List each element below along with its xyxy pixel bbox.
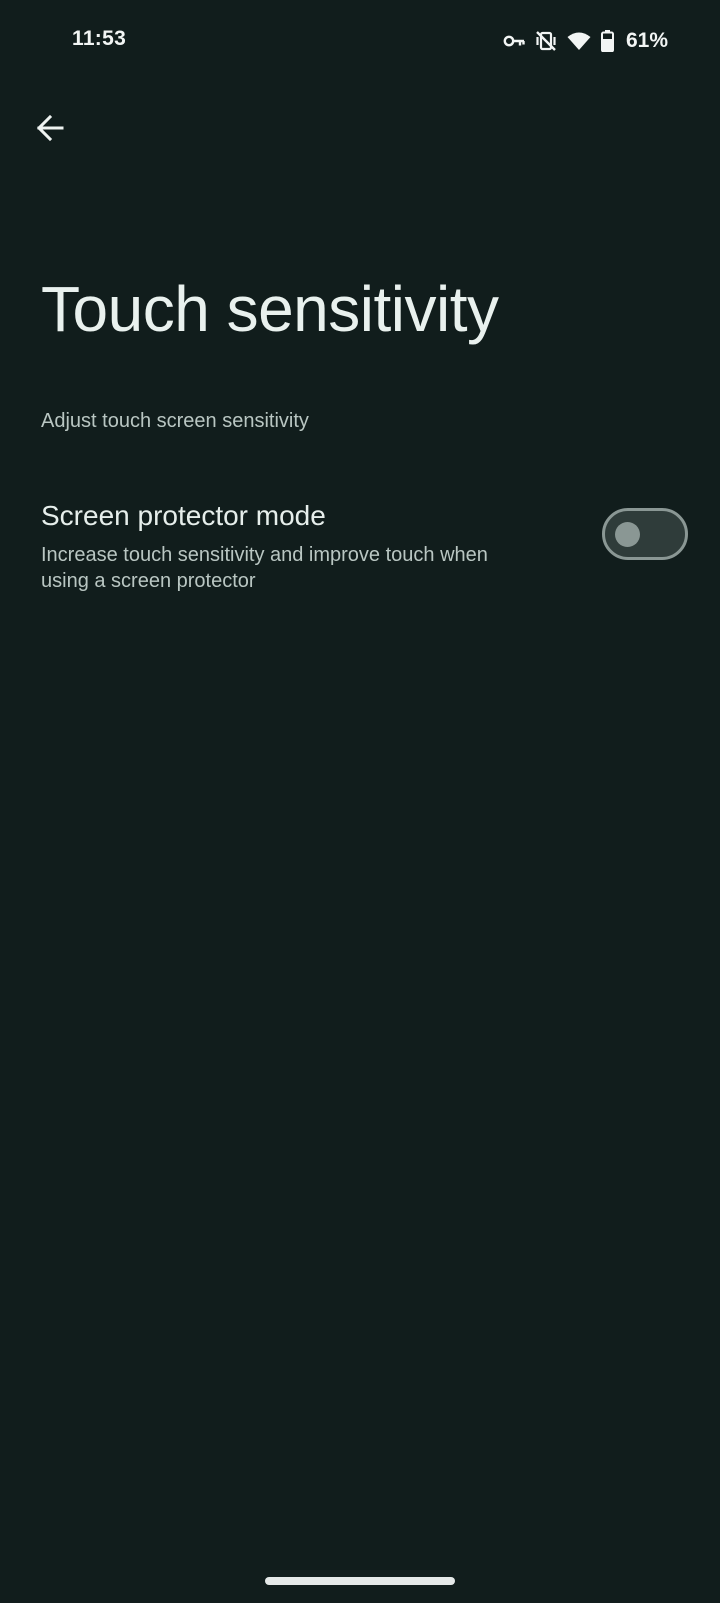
toggle-thumb [615, 522, 640, 547]
setting-screen-protector-mode[interactable]: Screen protector mode Increase touch sen… [0, 484, 720, 604]
status-bar: 11:53 61% [0, 0, 720, 84]
status-time: 11:53 [72, 27, 127, 50]
status-icons: 61% [503, 27, 668, 55]
back-button[interactable] [24, 104, 76, 156]
wifi-icon [567, 31, 591, 51]
vibrate-off-icon [535, 30, 557, 52]
screen-protector-toggle[interactable] [602, 508, 688, 560]
battery-icon [600, 30, 614, 52]
gesture-nav-handle[interactable] [265, 1577, 455, 1585]
setting-title: Screen protector mode [41, 500, 326, 531]
page-description: Adjust touch screen sensitivity [41, 410, 309, 432]
vpn-key-icon [503, 34, 525, 48]
setting-summary: Increase touch sensitivity and improve t… [41, 544, 488, 592]
arrow-back-icon [35, 113, 65, 148]
page-title: Touch sensitivity [41, 273, 499, 345]
battery-percent: 61% [625, 29, 668, 52]
